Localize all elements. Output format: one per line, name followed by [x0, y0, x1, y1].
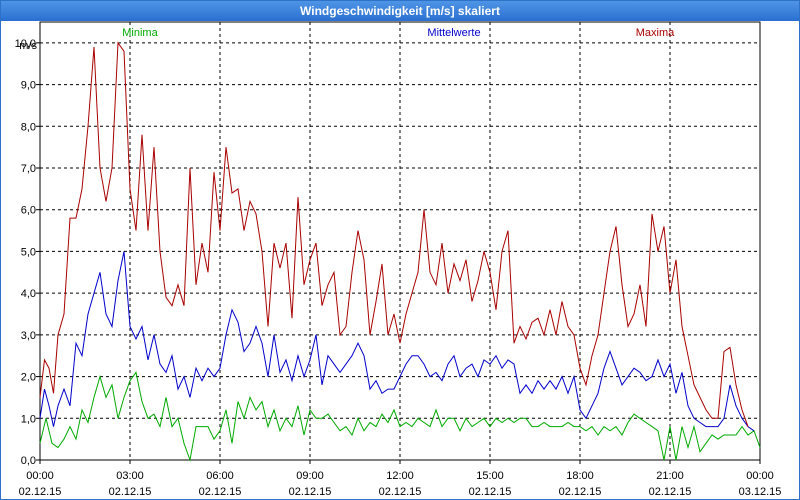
x-tick-time-label: 09:00: [296, 470, 324, 482]
legend-entry-mittelwerte: Mittelwerte: [427, 27, 480, 39]
x-tick-time-label: 18:00: [566, 470, 594, 482]
x-tick-date-label: 02.12.15: [109, 486, 152, 498]
legend-entry-maxima: Maxima: [636, 27, 675, 39]
y-tick-label: 6,0: [21, 205, 36, 217]
x-tick-time-label: 00:00: [746, 470, 774, 482]
x-tick-time-label: 00:00: [26, 470, 54, 482]
y-tick-label: 0,0: [21, 455, 36, 467]
y-tick-label: 3,0: [21, 330, 36, 342]
y-tick-label: 4,0: [21, 288, 36, 300]
x-tick-date-label: 02.12.15: [649, 486, 692, 498]
y-axis-unit-label: m/s: [19, 40, 37, 52]
legend-entry-minima: Minima: [122, 27, 158, 39]
x-tick-time-label: 12:00: [386, 470, 414, 482]
x-tick-date-label: 02.12.15: [469, 486, 512, 498]
y-tick-label: 1,0: [21, 413, 36, 425]
x-tick-date-label: 02.12.15: [559, 486, 602, 498]
y-tick-label: 9,0: [21, 80, 36, 92]
x-tick-date-label: 02.12.15: [199, 486, 242, 498]
wind-speed-chart: 0,01,02,03,04,05,06,07,08,09,010,000:000…: [15, 21, 782, 498]
y-tick-label: 2,0: [21, 372, 36, 384]
x-tick-date-label: 02.12.15: [379, 486, 422, 498]
y-tick-label: 7,0: [21, 163, 36, 175]
x-tick-time-label: 15:00: [476, 470, 504, 482]
x-tick-time-label: 06:00: [206, 470, 234, 482]
x-tick-time-label: 21:00: [656, 470, 684, 482]
x-tick-date-label: 02.12.15: [289, 486, 332, 498]
y-tick-label: 5,0: [21, 246, 36, 258]
y-tick-label: 8,0: [21, 121, 36, 133]
x-tick-date-label: 03.12.15: [739, 486, 782, 498]
x-tick-time-label: 03:00: [116, 470, 144, 482]
x-tick-date-label: 02.12.15: [19, 486, 62, 498]
